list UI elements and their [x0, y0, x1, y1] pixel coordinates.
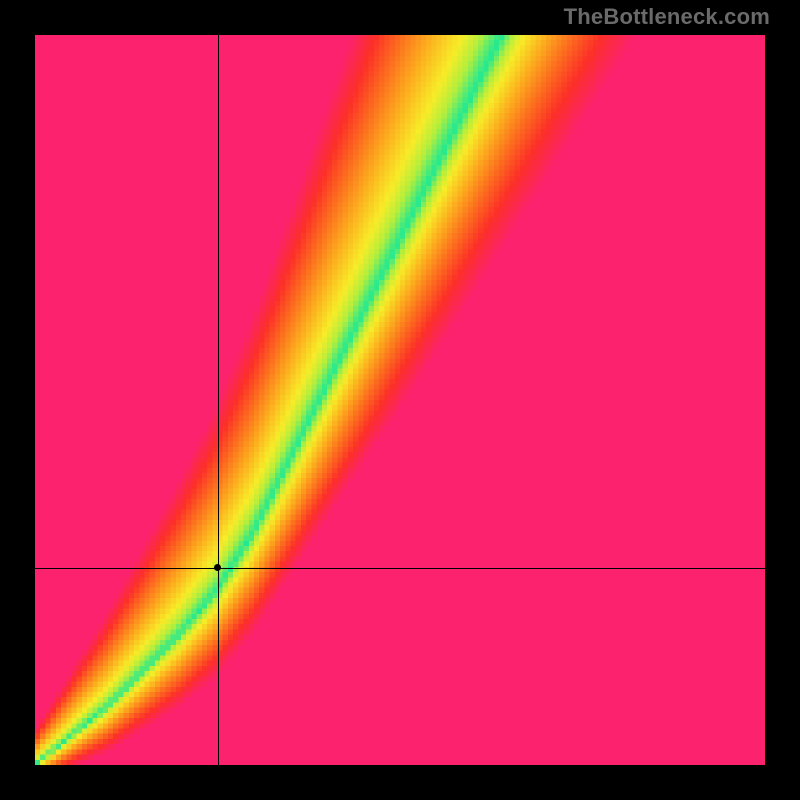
crosshair-vertical	[218, 35, 219, 765]
heatmap-plot	[35, 35, 765, 765]
chart-frame: TheBottleneck.com	[0, 0, 800, 800]
watermark-label: TheBottleneck.com	[564, 4, 770, 30]
heatmap-canvas	[35, 35, 765, 765]
crosshair-horizontal	[35, 568, 765, 569]
